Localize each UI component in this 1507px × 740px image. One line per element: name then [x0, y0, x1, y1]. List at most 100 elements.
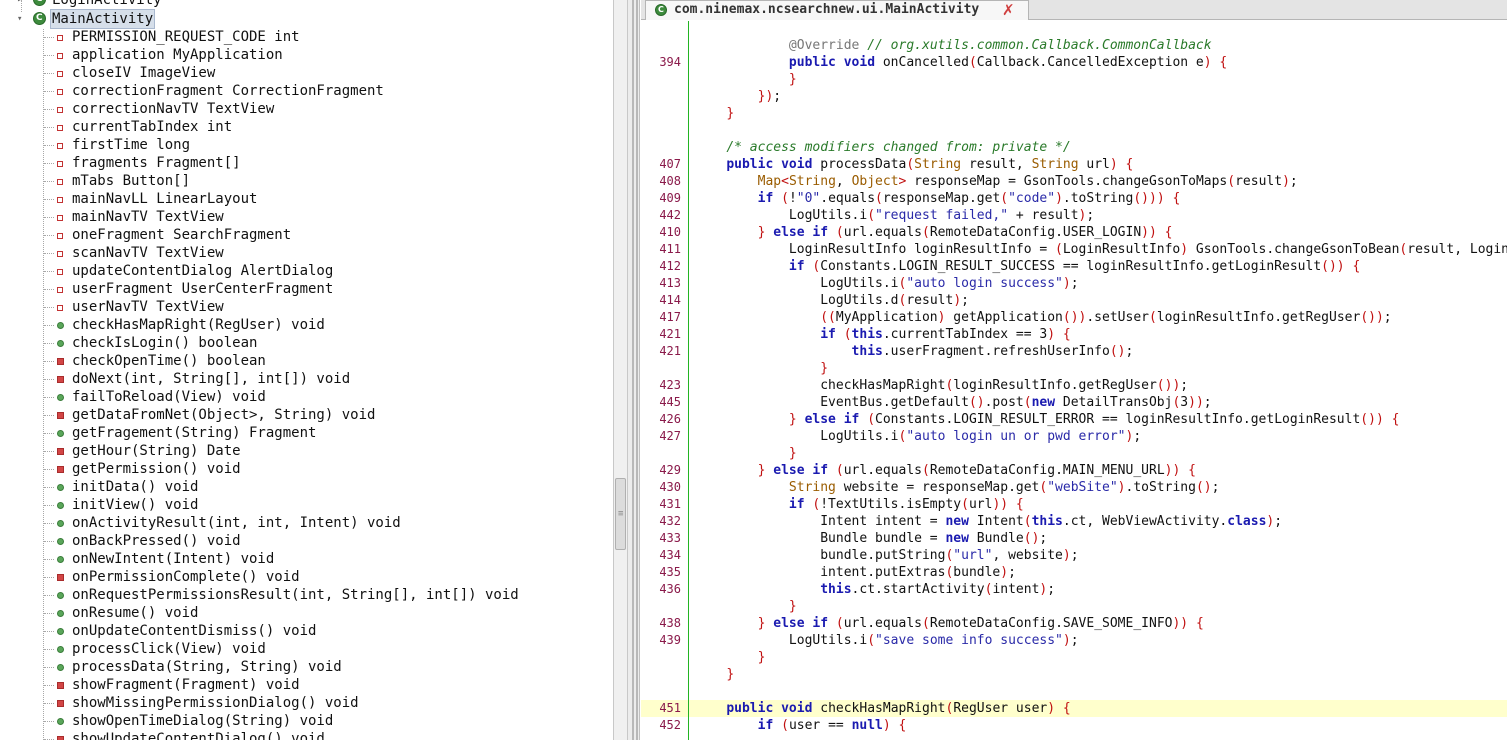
expand-arrow-icon[interactable]: ▾: [17, 15, 25, 24]
code-line[interactable]: 394 public void onCancelled(Callback.Can…: [641, 54, 1507, 71]
code-line[interactable]: 412 if (Constants.LOGIN_RESULT_SUCCESS =…: [641, 258, 1507, 275]
code-line[interactable]: /* access modifiers changed from: privat…: [641, 139, 1507, 156]
code-token: .ct.startActivity: [851, 582, 985, 597]
tree-field-item[interactable]: mainNavLL LinearLayout: [0, 190, 613, 208]
tree-method-item[interactable]: showUpdateContentDialog() void: [0, 730, 613, 740]
close-tab-icon[interactable]: ✗: [1002, 1, 1015, 19]
tree-node-main-activity[interactable]: ▾ MainActivity: [0, 9, 613, 29]
tree-method-item[interactable]: initData() void: [0, 478, 613, 496]
line-number: 445: [659, 395, 681, 409]
code-line[interactable]: 436 this.ct.startActivity(intent);: [641, 581, 1507, 598]
code-line[interactable]: 429 } else if (url.equals(RemoteDataConf…: [641, 462, 1507, 479]
pane-splitter[interactable]: [628, 0, 640, 740]
code-line[interactable]: 432 Intent intent = new Intent(this.ct, …: [641, 513, 1507, 530]
tree-field-item[interactable]: oneFragment SearchFragment: [0, 226, 613, 244]
tree-field-item[interactable]: application MyApplication: [0, 46, 613, 64]
code-line[interactable]: 421 if (this.currentTabIndex == 3) {: [641, 326, 1507, 343]
code-line[interactable]: 423 checkHasMapRight(loginResultInfo.get…: [641, 377, 1507, 394]
tree-method-item[interactable]: initView() void: [0, 496, 613, 514]
code-line[interactable]: 410 } else if (url.equals(RemoteDataConf…: [641, 224, 1507, 241]
code-line[interactable]: 407 public void processData(String resul…: [641, 156, 1507, 173]
tree-method-item[interactable]: checkOpenTime() boolean: [0, 352, 613, 370]
code-line[interactable]: 435 intent.putExtras(bundle);: [641, 564, 1507, 581]
code-line[interactable]: 452 if (user == null) {: [641, 717, 1507, 734]
code-text: /* access modifiers changed from: privat…: [695, 139, 1070, 156]
tree-field-item[interactable]: updateContentDialog AlertDialog: [0, 262, 613, 280]
code-line[interactable]: 433 Bundle bundle = new Bundle();: [641, 530, 1507, 547]
code-line[interactable]: 431 if (!TextUtils.isEmpty(url)) {: [641, 496, 1507, 513]
tree-field-item[interactable]: userFragment UserCenterFragment: [0, 280, 613, 298]
tree-method-item[interactable]: onUpdateContentDismiss() void: [0, 622, 613, 640]
tree-method-item[interactable]: getPermission() void: [0, 460, 613, 478]
tree-field-item[interactable]: correctionFragment CorrectionFragment: [0, 82, 613, 100]
tree-method-item[interactable]: onRequestPermissionsResult(int, String[]…: [0, 586, 613, 604]
tree-method-item[interactable]: onPermissionComplete() void: [0, 568, 613, 586]
scrollbar-thumb[interactable]: ≡: [615, 478, 626, 550]
code-line[interactable]: 417 ((MyApplication) getApplication()).s…: [641, 309, 1507, 326]
code-line[interactable]: 414 LogUtils.d(result);: [641, 292, 1507, 309]
code-line[interactable]: 411 LoginResultInfo loginResultInfo = (L…: [641, 241, 1507, 258]
tree-method-item[interactable]: showOpenTimeDialog(String) void: [0, 712, 613, 730]
code-line[interactable]: });: [641, 88, 1507, 105]
code-line[interactable]: }: [641, 105, 1507, 122]
tree-method-item[interactable]: showMissingPermissionDialog() void: [0, 694, 613, 712]
tree-method-item[interactable]: getDataFromNet(Object>, String) void: [0, 406, 613, 424]
tree-vertical-scrollbar[interactable]: ≡: [613, 0, 628, 740]
tree-method-item[interactable]: getHour(String) Date: [0, 442, 613, 460]
code-line[interactable]: 439 LogUtils.i("save some info success")…: [641, 632, 1507, 649]
tree-method-item[interactable]: doNext(int, String[], int[]) void: [0, 370, 613, 388]
editor-tab-main-activity[interactable]: com.ninemax.ncsearchnew.ui.MainActivity …: [645, 0, 1029, 20]
code-line[interactable]: }: [641, 360, 1507, 377]
code-line[interactable]: 445 EventBus.getDefault().post(new Detai…: [641, 394, 1507, 411]
code-token: LogUtils.i: [820, 276, 899, 291]
code-line[interactable]: 434 bundle.putString("url", website);: [641, 547, 1507, 564]
code-line[interactable]: 451 public void checkHasMapRight(RegUser…: [641, 700, 1507, 717]
code-line[interactable]: }: [641, 649, 1507, 666]
tree-method-item[interactable]: checkIsLogin() boolean: [0, 334, 613, 352]
tree-method-item[interactable]: onNewIntent(Intent) void: [0, 550, 613, 568]
tree-field-item[interactable]: correctionNavTV TextView: [0, 100, 613, 118]
tree-field-item[interactable]: mTabs Button[]: [0, 172, 613, 190]
collapse-arrow-icon[interactable]: ▸: [17, 0, 25, 5]
tree-field-item[interactable]: PERMISSION_REQUEST_CODE int: [0, 28, 613, 46]
code-line[interactable]: }: [641, 71, 1507, 88]
code-line[interactable]: 438 } else if (url.equals(RemoteDataConf…: [641, 615, 1507, 632]
code-line[interactable]: 427 LogUtils.i("auto login un or pwd err…: [641, 428, 1507, 445]
tree-field-item[interactable]: firstTime long: [0, 136, 613, 154]
tree-field-item[interactable]: mainNavTV TextView: [0, 208, 613, 226]
tree-field-item[interactable]: fragments Fragment[]: [0, 154, 613, 172]
code-line[interactable]: 421 this.userFragment.refreshUserInfo();: [641, 343, 1507, 360]
tree-method-item[interactable]: processData(String, String) void: [0, 658, 613, 676]
tree-method-item[interactable]: showFragment(Fragment) void: [0, 676, 613, 694]
code-editor[interactable]: com.ninemax.ncsearchnew.ui.MainActivity …: [641, 0, 1507, 740]
code-line[interactable]: [641, 683, 1507, 700]
code-token: result,: [961, 157, 1032, 172]
code-line[interactable]: 409 if (!"0".equals(responseMap.get("cod…: [641, 190, 1507, 207]
code-line[interactable]: [641, 122, 1507, 139]
tree-method-item[interactable]: processClick(View) void: [0, 640, 613, 658]
tree-method-item[interactable]: failToReload(View) void: [0, 388, 613, 406]
code-line[interactable]: 413 LogUtils.i("auto login success");: [641, 275, 1507, 292]
tree-field-item[interactable]: userNavTV TextView: [0, 298, 613, 316]
code-line[interactable]: 442 LogUtils.i("request failed," + resul…: [641, 207, 1507, 224]
tree-field-item[interactable]: currentTabIndex int: [0, 118, 613, 136]
tree-method-item[interactable]: getFragement(String) Fragment: [0, 424, 613, 442]
code-area[interactable]: @Override // org.xutils.common.Callback.…: [641, 21, 1507, 740]
tree-field-item[interactable]: scanNavTV TextView: [0, 244, 613, 262]
code-line[interactable]: 408 Map<String, Object> responseMap = Gs…: [641, 173, 1507, 190]
code-line[interactable]: 426 } else if (Constants.LOGIN_RESULT_ER…: [641, 411, 1507, 428]
code-line[interactable]: }: [641, 598, 1507, 615]
tree-method-item[interactable]: onBackPressed() void: [0, 532, 613, 550]
code-line[interactable]: @Override // org.xutils.common.Callback.…: [641, 37, 1507, 54]
tree-method-item[interactable]: onActivityResult(int, int, Intent) void: [0, 514, 613, 532]
code-line[interactable]: }: [641, 666, 1507, 683]
tree-method-item[interactable]: onResume() void: [0, 604, 613, 622]
tree-field-item[interactable]: closeIV ImageView: [0, 64, 613, 82]
tree-node-login-activity[interactable]: ▸ LoginActivity: [0, 0, 613, 9]
code-line[interactable]: 430 String website = responseMap.get("we…: [641, 479, 1507, 496]
code-line[interactable]: }: [641, 445, 1507, 462]
tree-method-item[interactable]: checkHasMapRight(RegUser) void: [0, 316, 613, 334]
class-structure-tree[interactable]: ▸ LoginActivity ▾ MainActivity PERMISSIO…: [0, 0, 613, 740]
